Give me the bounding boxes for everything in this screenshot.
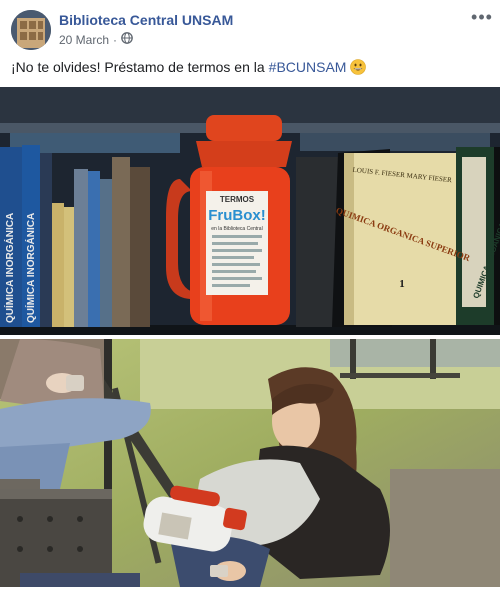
page-name-link[interactable]: Biblioteca Central UNSAM [59, 12, 233, 28]
book-volume: 1 [399, 278, 405, 290]
post-meta: 20 March · [59, 32, 133, 47]
more-options-icon[interactable]: ••• [468, 6, 496, 28]
book-spine-left-1: QUÍMICA INORGÁNICA [3, 213, 16, 323]
grinning-face-emoji-icon [350, 59, 367, 75]
thermos-label-line1: TERMOS [220, 195, 255, 204]
post-text: ¡No te olvides! Préstamo de termos en la… [11, 59, 367, 75]
hashtag-link[interactable]: #BCUNSAM [269, 59, 347, 75]
post-text-body: ¡No te olvides! Préstamo de termos en la [11, 59, 265, 75]
meta-separator: · [113, 32, 118, 47]
post-date[interactable]: 20 March [59, 33, 109, 47]
globe-icon [121, 32, 133, 47]
post-photo-thermos-bookshelf[interactable]: QUÍMICA INORGÁNICA QUÍMICA INORGÁNICA TE… [0, 87, 500, 335]
thermos-label-line3: en la Biblioteca Central [211, 226, 262, 232]
book-spine-left-2: QUÍMICA INORGÁNICA [24, 213, 37, 323]
page-avatar[interactable] [11, 10, 51, 50]
thermos-label-brand: FruBox! [208, 207, 266, 224]
post-header: Biblioteca Central UNSAM 20 March · ••• [0, 0, 500, 56]
left-books [0, 145, 150, 327]
post-photo-students-outdoors[interactable] [0, 339, 500, 587]
